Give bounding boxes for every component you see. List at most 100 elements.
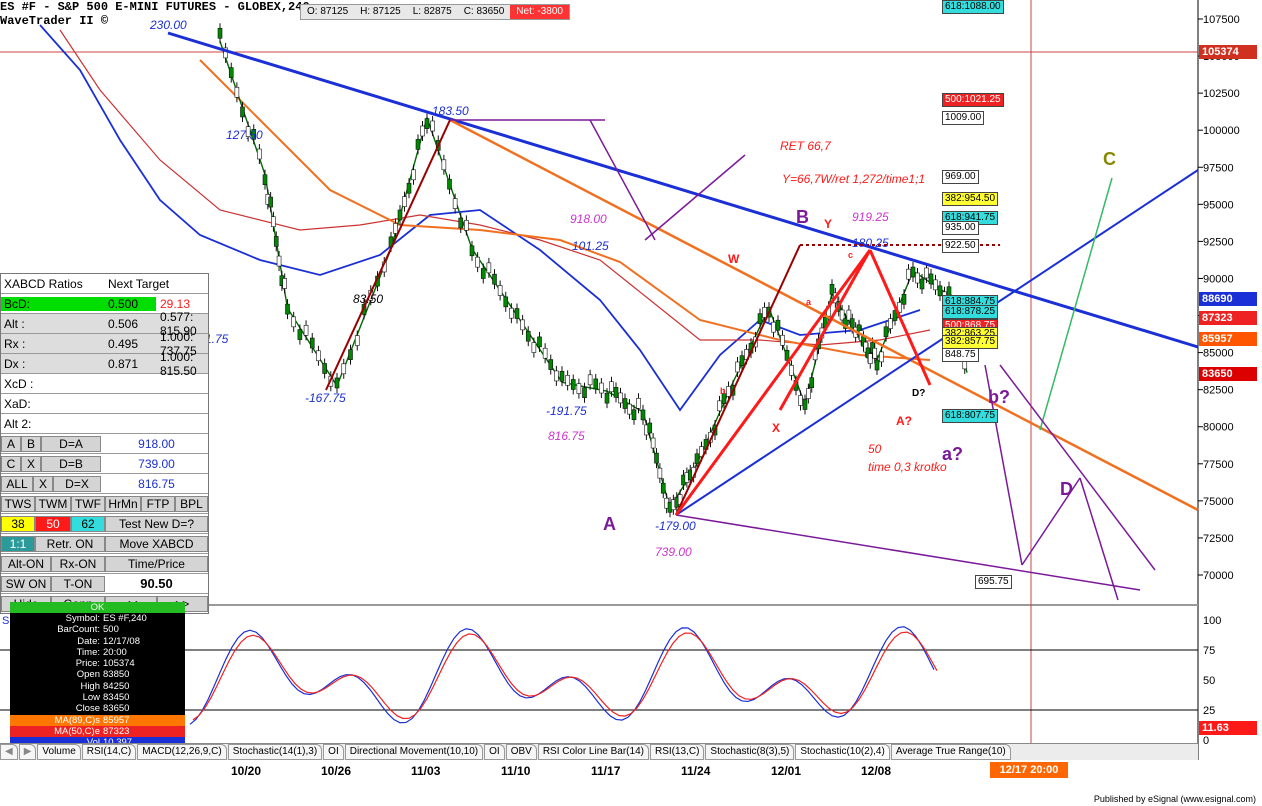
a-button[interactable]: A [1, 435, 21, 452]
d-equals-x-value: 816.75 [138, 476, 175, 491]
tab-stochastic-14[interactable]: Stochastic(14(1),3) [227, 744, 323, 760]
rx-on-button[interactable]: Rx-ON [51, 555, 105, 572]
alt2-label: Alt 2: [4, 416, 32, 431]
fib-level-box: 922.50 [942, 239, 979, 254]
pattern-letter: Y [824, 217, 832, 231]
candle-body [627, 403, 632, 415]
tab-atr[interactable]: Average True Range(10) [890, 744, 1011, 760]
candle-body [452, 198, 458, 209]
tab-oi-1[interactable]: OI [323, 744, 344, 760]
b-button[interactable]: B [21, 435, 41, 452]
net-change: Net: -3800 [510, 5, 569, 19]
t-on-button[interactable]: T-ON [51, 575, 105, 592]
tab-directional-movement[interactable]: Directional Movement(10,10) [344, 744, 484, 760]
annotation-label: 50 [868, 442, 882, 456]
candle-body [537, 336, 542, 348]
c-button[interactable]: C [1, 455, 21, 472]
val-38[interactable]: 38 [1, 515, 35, 532]
y-tick-label: 75000 [1203, 496, 1234, 508]
status-line: Price: 105374 [10, 658, 185, 669]
tab-macd[interactable]: MACD(12,26,9,C) [137, 744, 227, 760]
ftp-button[interactable]: FTP [141, 495, 175, 512]
pattern-letter: B [796, 207, 809, 227]
tws-button[interactable]: TWS [1, 495, 35, 512]
candle-body [542, 347, 548, 359]
tab-rsi-color-line[interactable]: RSI Color Line Bar(14) [537, 744, 649, 760]
candle-body [631, 409, 637, 421]
candle-body [784, 350, 790, 361]
fib-level-box: 935.00 [942, 220, 979, 235]
x-button[interactable]: X [21, 455, 41, 472]
status-line: Date: 12/17/08 [10, 636, 185, 647]
status-value: 83450 [103, 692, 130, 704]
bpl-button[interactable]: BPL [175, 495, 208, 512]
status-line: Close 83650 [10, 703, 185, 714]
indicator-tabs: ◀ ▶ Volume RSI(14,C) MACD(12,26,9,C) Sto… [0, 743, 1198, 760]
tab-rsi[interactable]: RSI(14,C) [81, 744, 137, 760]
x-axis: 10/20 10/26 11/03 11/10 11/17 11/24 12/01 12/08… [0, 760, 1198, 784]
test-new-d-button[interactable]: Test New D=? [105, 515, 208, 532]
candle-body [570, 379, 576, 390]
candle-body [309, 337, 315, 349]
candle-body [872, 347, 878, 359]
candle-body [497, 285, 503, 296]
bcd-target: 29.13 [160, 296, 191, 311]
y-tick-label: 102500 [1203, 88, 1240, 100]
time-price-button[interactable]: Time/Price [105, 555, 208, 572]
val-50[interactable]: 50 [35, 515, 71, 532]
chart-subtitle: WaveTrader II © [0, 14, 109, 28]
ratio-button[interactable]: 1:1 [1, 535, 35, 552]
fib-level-box: 969.00 [942, 170, 979, 185]
candle-body [924, 267, 929, 279]
candle-body [393, 223, 398, 234]
annotation-label: 919.25 [852, 210, 889, 224]
d-equals-a-button[interactable]: D=A [41, 435, 101, 452]
hrmn-button[interactable]: HrMn [105, 495, 141, 512]
status-value: 84250 [103, 680, 130, 692]
tab-stochastic-10[interactable]: Stochastic(10(2),4) [795, 744, 890, 760]
candle-body [915, 272, 920, 284]
xabcd-title: XABCD Ratios [4, 276, 83, 291]
d-equals-b-button[interactable]: D=B [41, 455, 101, 472]
twm-button[interactable]: TWM [35, 495, 71, 512]
annotation-label: 101.25 [572, 239, 609, 253]
sw-on-button[interactable]: SW ON [1, 575, 51, 592]
fib-level-box: 618:1088.00 [942, 0, 1004, 14]
candle-body [928, 273, 934, 285]
status-key: MA(89,C)s [54, 714, 100, 726]
alt-on-button[interactable]: Alt-ON [1, 555, 51, 572]
status-line: Time: 20:00 [10, 647, 185, 658]
stochastic-d-line [192, 631, 938, 721]
d-equals-x-button[interactable]: D=X [53, 475, 101, 492]
tab-obv[interactable]: OBV [505, 744, 537, 760]
status-key: Open [76, 669, 100, 681]
candle-body [297, 329, 303, 340]
annotation-label: 739.00 [655, 545, 692, 559]
dx-target: 1.000: 815.50 [160, 349, 197, 378]
candle-body [430, 120, 435, 132]
pattern-letter: D [1060, 479, 1073, 499]
all-button[interactable]: ALL [1, 475, 33, 492]
status-value: 83650 [103, 703, 130, 715]
retr-on-button[interactable]: Retr. ON [35, 535, 105, 552]
tab-volume[interactable]: Volume [37, 744, 81, 760]
candle-body [576, 383, 582, 394]
tab-scroll-left-icon[interactable]: ◀ [0, 744, 18, 760]
move-xabcd-button[interactable]: Move XABCD [105, 535, 208, 552]
osc-title: S [2, 615, 9, 627]
low-value: L: 82875 [412, 6, 452, 17]
d-equals-a-value: 918.00 [138, 436, 175, 451]
tab-stochastic-8[interactable]: Stochastic(8(3),5) [705, 744, 795, 760]
annotation-label: 918.00 [570, 212, 607, 226]
x2-button[interactable]: X [33, 475, 53, 492]
tab-scroll-right-icon[interactable]: ▶ [18, 744, 37, 760]
candle-body [282, 278, 287, 289]
candle-body [406, 182, 412, 194]
x-tick-label: 11/24 [681, 764, 711, 778]
val-62[interactable]: 62 [71, 515, 105, 532]
y-tick-label: 70000 [1203, 570, 1234, 582]
twf-button[interactable]: TWF [71, 495, 105, 512]
tab-oi-2[interactable]: OI [484, 744, 505, 760]
candle-body [599, 382, 604, 394]
tab-rsi-13[interactable]: RSI(13,C) [649, 744, 705, 760]
